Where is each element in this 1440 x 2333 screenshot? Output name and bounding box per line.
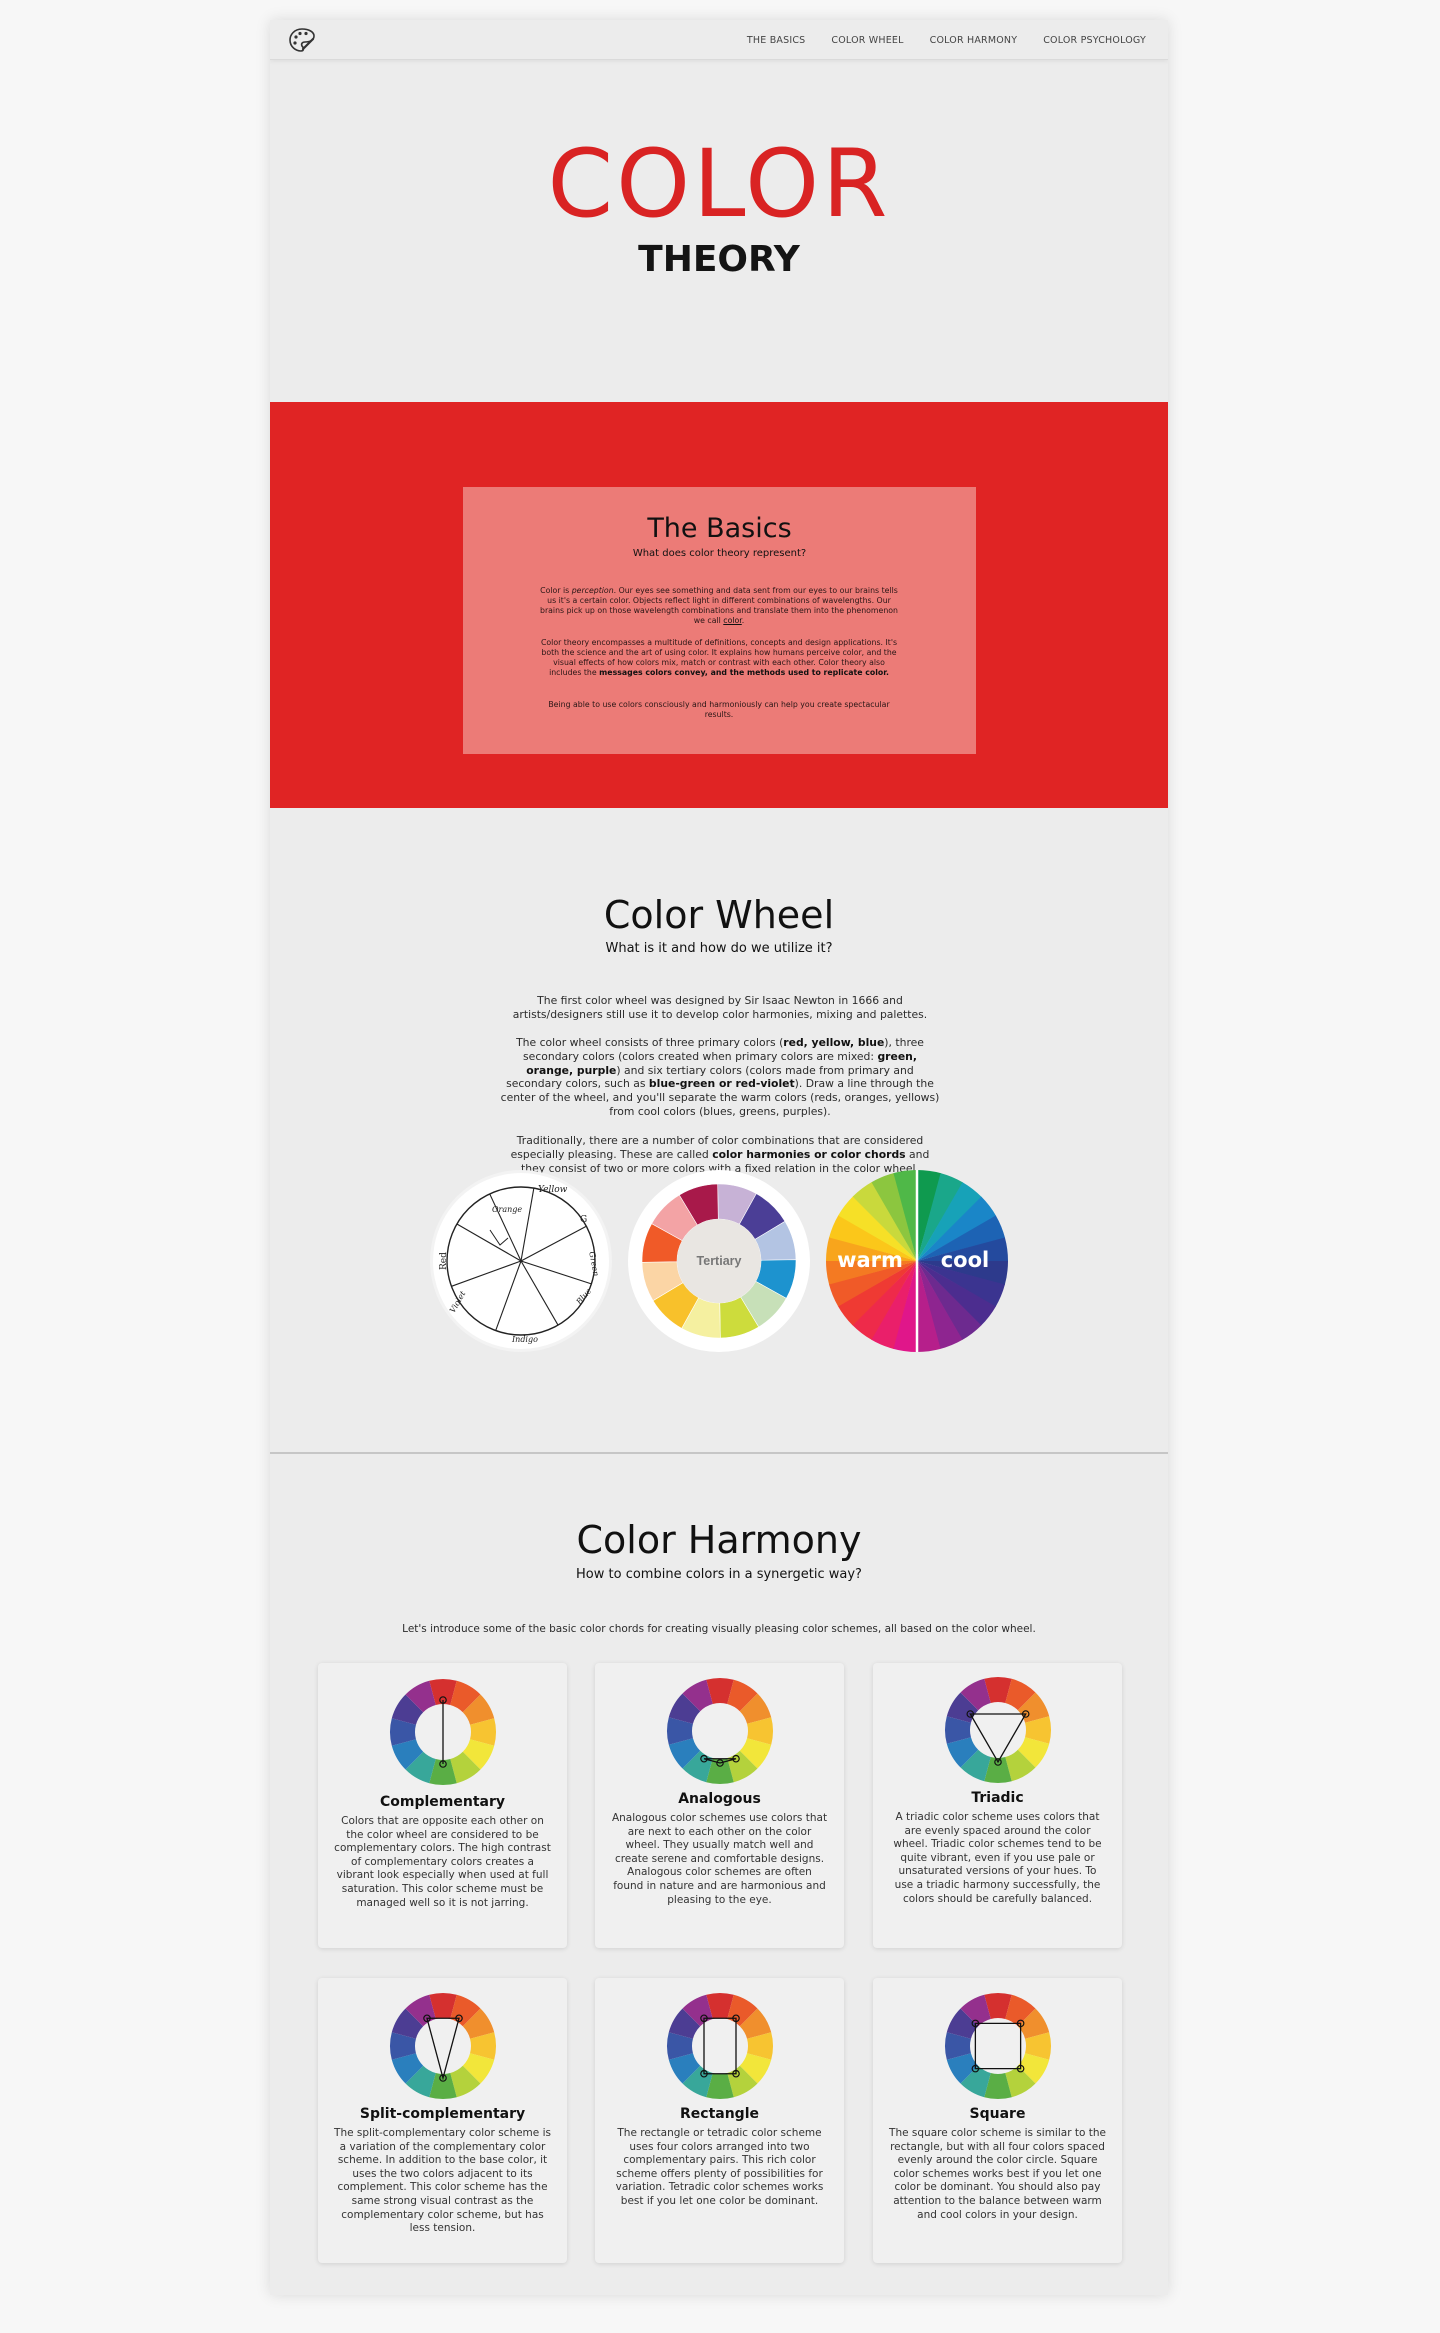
color-wheel-title: Color Wheel (603, 893, 835, 937)
complementary-wheel-icon (390, 1679, 496, 1785)
section-divider (270, 1452, 1168, 1454)
split-complementary-wheel-icon (390, 1993, 496, 2099)
warm-cool-color-wheel-image: warm cool (826, 1170, 1008, 1352)
hero-title: COLOR (547, 130, 891, 239)
nav-link-color-harmony[interactable]: COLOR HARMONY (930, 35, 1018, 46)
harmony-card-text: The square color scheme is similar to th… (889, 2127, 1106, 2221)
navbar: THE BASICS COLOR WHEEL COLOR HARMONY COL… (270, 20, 1168, 60)
harmony-card-square: Square The square color scheme is simila… (873, 1978, 1122, 2263)
nav-link-color-wheel[interactable]: COLOR WHEEL (831, 35, 903, 46)
nav-link-color-psychology[interactable]: COLOR PSYCHOLOGY (1043, 35, 1146, 46)
color-harmony-subtitle: How to combine colors in a synergetic wa… (576, 1567, 862, 1582)
harmony-chord-line (974, 2022, 1022, 2070)
color-link[interactable]: color (723, 616, 741, 625)
newton-label-indigo: Indigo (511, 1335, 538, 1344)
basics-title: The Basics (647, 513, 792, 544)
newton-label-red: Red (439, 1252, 449, 1270)
basics-card: The Basics What does color theory repres… (463, 487, 976, 754)
harmony-card-text: The split-complementary color scheme is … (334, 2127, 551, 2235)
harmony-card-text: A triadic color scheme uses colors that … (893, 1811, 1102, 1905)
harmony-card-analogous: Analogous Analogous color schemes use co… (595, 1663, 844, 1948)
newton-color-wheel-image: Orange Yellow G Green Blue Indigo Violet… (430, 1170, 612, 1352)
hero-section: COLOR THEORY (270, 60, 1168, 422)
color-harmony-intro: Let's introduce some of the basic color … (402, 1623, 1036, 1635)
harmony-card-title: Analogous (678, 1791, 761, 1807)
basics-subtitle: What does color theory represent? (632, 548, 807, 559)
harmony-card-text: The rectangle or tetradic color scheme u… (615, 2127, 824, 2207)
palette-icon[interactable] (288, 27, 316, 53)
harmony-card-title: Square (969, 2106, 1026, 2122)
harmony-card-text: Analogous color schemes use colors that … (611, 1812, 828, 1906)
newton-label-yellow: Yellow (538, 1185, 568, 1195)
tertiary-color-wheel-image: Tertiary (628, 1170, 810, 1352)
color-wheel-paragraph-1: The first color wheel was designed by Si… (512, 994, 928, 1021)
analogous-wheel-icon (667, 1678, 773, 1784)
harmony-chord-line (426, 2017, 460, 2081)
warm-label: warm (837, 1248, 903, 1272)
harmony-card-complementary: Complementary Colors that are opposite e… (318, 1663, 567, 1948)
harmony-card-split-complementary: Split-complementary The split-complement… (318, 1978, 567, 2263)
newton-label-g: G (580, 1215, 587, 1225)
basics-section: The Basics What does color theory repres… (270, 402, 1168, 808)
color-wheel-subtitle: What is it and how do we utilize it? (605, 941, 833, 956)
newton-label-orange: Orange (492, 1205, 522, 1214)
tertiary-label: Tertiary (697, 1254, 742, 1268)
page-frame: THE BASICS COLOR WHEEL COLOR HARMONY COL… (270, 20, 1168, 2295)
harmony-card-title: Split-complementary (359, 2106, 526, 2122)
color-wheel-section: Color Wheel What is it and how do we uti… (270, 808, 1168, 1452)
nav-link-the-basics[interactable]: THE BASICS (747, 35, 805, 46)
harmony-card-triadic: Triadic A triadic color scheme uses colo… (873, 1663, 1122, 1948)
triadic-wheel-icon (945, 1677, 1051, 1783)
basics-paragraph-2: Color theory encompasses a multitude of … (540, 638, 898, 677)
harmony-chord-line (703, 2017, 737, 2075)
basics-paragraph-3: Being able to use colors consciously and… (548, 700, 890, 719)
harmony-card-text: Colors that are opposite each other on t… (334, 1815, 551, 1909)
nav-links: THE BASICS COLOR WHEEL COLOR HARMONY COL… (747, 20, 1146, 60)
harmony-card-title: Complementary (379, 1794, 505, 1810)
harmony-card-rectangle: Rectangle The rectangle or tetradic colo… (595, 1978, 844, 2263)
basics-paragraph-1: Color is perception. Our eyes see someth… (540, 586, 898, 625)
rectangle-wheel-icon (667, 1993, 773, 2099)
hero-subtitle: THEORY (638, 239, 800, 280)
harmony-card-title: Triadic (971, 1790, 1024, 1806)
cool-label: cool (941, 1248, 990, 1272)
square-wheel-icon (945, 1993, 1051, 2099)
color-harmony-title: Color Harmony (576, 1518, 862, 1562)
harmony-card-title: Rectangle (680, 2106, 759, 2122)
color-wheel-paragraph-2: The color wheel consists of three primar… (500, 1036, 940, 1118)
